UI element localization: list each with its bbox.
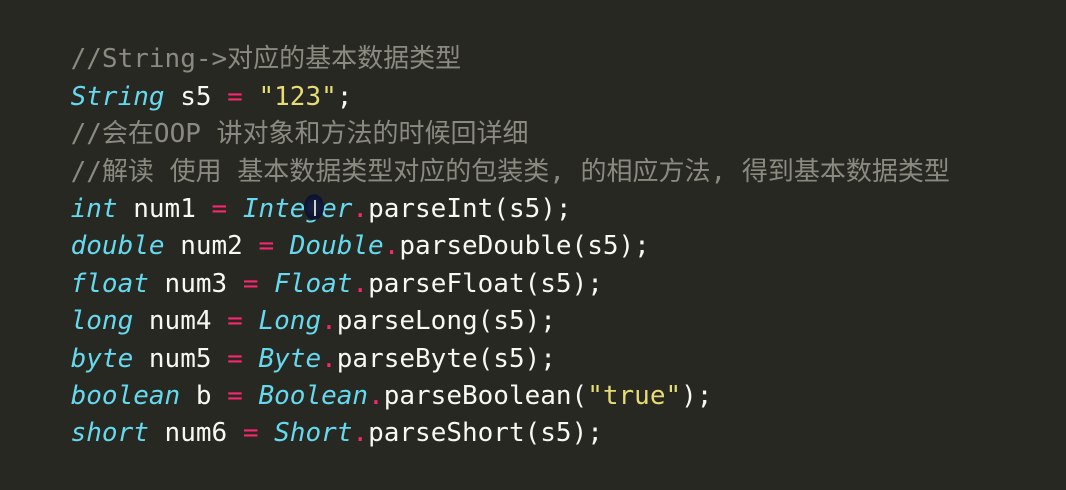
method-call: parseDouble(s5); xyxy=(399,231,650,262)
dot-operator: . xyxy=(321,306,337,337)
method-call: parseByte(s5); xyxy=(336,343,556,374)
comment-text: //解读 使用 基本数据类型对应的包装类, 的相应方法, 得到基本数据类型 xyxy=(70,156,950,187)
closing-paren: ); xyxy=(681,380,713,411)
type-keyword: boolean xyxy=(70,380,181,411)
dot-operator: . xyxy=(321,343,337,374)
assign-operator: = xyxy=(227,380,243,411)
identifier: num6 xyxy=(148,418,243,449)
class-name: Double xyxy=(289,231,384,262)
type-keyword: long xyxy=(70,306,134,337)
method-call: parseShort(s5); xyxy=(368,418,603,449)
dot-operator: . xyxy=(352,193,369,224)
class-name: Float xyxy=(274,268,353,299)
type-keyword: String xyxy=(70,81,165,112)
string-literal: "123" xyxy=(258,81,337,112)
class-name: Short xyxy=(274,418,353,449)
type-keyword: short xyxy=(70,418,149,449)
identifier: num4 xyxy=(133,306,228,337)
method-call: parseInt(s5); xyxy=(368,193,572,224)
assign-operator: = xyxy=(227,81,243,112)
code-line[interactable]: //String->对应的基本数据类型 xyxy=(8,4,1066,74)
identifier: num2 xyxy=(164,231,259,262)
semicolon: ; xyxy=(336,81,353,112)
identifier: s5 xyxy=(164,81,228,112)
method-call: parseBoolean( xyxy=(383,380,588,411)
dot-operator: . xyxy=(383,231,400,262)
assign-operator: = xyxy=(227,306,243,337)
class-name: Boolean xyxy=(258,380,369,411)
method-call: parseFloat(s5); xyxy=(368,268,603,299)
dot-operator: . xyxy=(352,418,369,449)
class-name: Integer xyxy=(242,193,353,224)
identifier: num5 xyxy=(133,343,228,374)
identifier: num1 xyxy=(117,193,212,224)
assign-operator: = xyxy=(242,268,259,299)
dot-operator: . xyxy=(368,380,384,411)
type-keyword: float xyxy=(70,268,149,299)
identifier: num3 xyxy=(148,268,243,299)
identifier: b xyxy=(180,380,228,411)
type-keyword: byte xyxy=(70,343,134,374)
assign-operator: = xyxy=(258,231,275,262)
string-literal: "true" xyxy=(587,380,682,411)
assign-operator: = xyxy=(242,418,259,449)
type-keyword: double xyxy=(70,231,165,262)
comment-text: //String->对应的基本数据类型 xyxy=(70,44,462,75)
method-call: parseLong(s5); xyxy=(336,306,556,337)
dot-operator: . xyxy=(352,268,369,299)
assign-operator: = xyxy=(227,343,243,374)
comment-text: //会在OOP 讲对象和方法的时候回详细 xyxy=(70,119,529,150)
assign-operator: = xyxy=(211,193,228,224)
code-editor[interactable]: //String->对应的基本数据类型 String s5 = "123"; /… xyxy=(0,0,1066,448)
class-name: Byte xyxy=(258,343,322,374)
type-keyword: int xyxy=(70,193,118,224)
class-name: Long xyxy=(258,306,322,337)
